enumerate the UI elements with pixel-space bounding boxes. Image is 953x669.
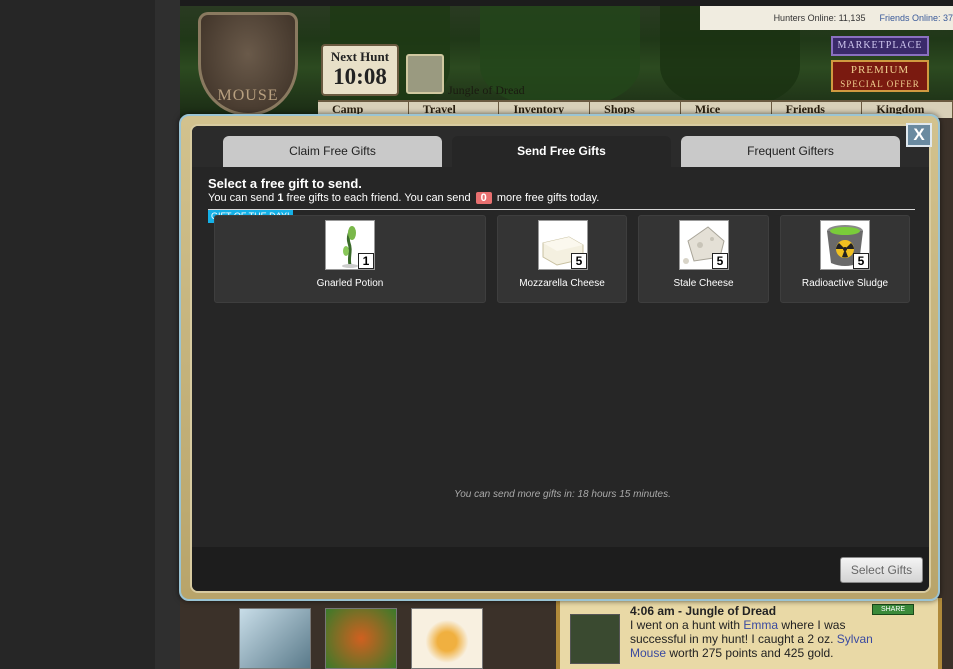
- hunter-link[interactable]: Emma: [743, 618, 778, 632]
- radioactive-sludge-icon: 5: [820, 220, 870, 270]
- journal-entry: 4:06 am - Jungle of Dread SHARE I went o…: [556, 598, 942, 669]
- trap-weapon-thumb[interactable]: [325, 608, 397, 669]
- gift-card-mozzarella-cheese[interactable]: 5 Mozzarella Cheese: [497, 215, 627, 303]
- journal-entry-text: I went on a hunt with Emma where I was s…: [630, 618, 896, 660]
- logo-text: MOUSE: [217, 87, 279, 104]
- dialog-panel: Claim Free Gifts Send Free Gifts Frequen…: [190, 124, 931, 593]
- premium-special-offer-button[interactable]: PREMIUM SPECIAL OFFER: [831, 60, 929, 92]
- tab-frequent-gifters[interactable]: Frequent Gifters: [681, 136, 900, 167]
- journal-text-part: I went on a hunt with: [630, 618, 744, 632]
- camp-area: 4:06 am - Jungle of Dread SHARE I went o…: [180, 598, 953, 669]
- next-hunt-label: Next Hunt: [330, 49, 390, 64]
- page-left-strip: [155, 0, 180, 669]
- gift-quantity: 5: [571, 253, 587, 269]
- trap-charm-thumb[interactable]: [411, 608, 483, 669]
- info-text: You can send: [208, 192, 278, 204]
- gift-quantity: 5: [712, 253, 728, 269]
- info-text: more free gifts today.: [493, 192, 600, 204]
- page-left-margin: [0, 0, 155, 669]
- gift-name: Gnarled Potion: [316, 278, 384, 289]
- close-icon[interactable]: X: [906, 123, 932, 147]
- next-hunt-timer: Next Hunt 10:08: [321, 44, 399, 96]
- next-hunt-time: 10:08: [333, 64, 387, 89]
- friends-online-link[interactable]: Friends Online: 37: [879, 13, 953, 23]
- gift-quantity: 5: [853, 253, 869, 269]
- online-status-bar: Hunters Online: 11,135 Friends Online: 3…: [700, 6, 953, 30]
- mozzarella-cheese-icon: 5: [538, 220, 588, 270]
- journal-text-part: worth 275 points and 425 gold.: [666, 646, 834, 660]
- trap-base-thumb[interactable]: [239, 608, 311, 669]
- tab-send-free-gifts[interactable]: Send Free Gifts: [452, 136, 671, 167]
- dialog-button-bar: Select Gifts: [192, 547, 929, 591]
- stale-cheese-icon: 5: [679, 220, 729, 270]
- divider: [208, 209, 915, 210]
- share-button[interactable]: SHARE: [872, 604, 914, 615]
- sylvan-mouse-icon[interactable]: [570, 614, 620, 664]
- select-gift-heading: Select a free gift to send.: [208, 176, 362, 191]
- send-gifts-content: Select a free gift to send. You can send…: [192, 167, 929, 547]
- gift-card-stale-cheese[interactable]: 5 Stale Cheese: [638, 215, 769, 303]
- gift-quantity: 1: [358, 253, 374, 269]
- cooldown-note: You can send more gifts in: 18 hours 15 …: [454, 489, 671, 500]
- location-icon: [406, 54, 444, 94]
- gnarled-potion-icon: 1: [325, 220, 375, 270]
- dialog-tabs: Claim Free Gifts Send Free Gifts Frequen…: [192, 126, 929, 167]
- gift-card-gnarled-potion[interactable]: 1 Gnarled Potion: [214, 215, 486, 303]
- gift-name: Radioactive Sludge: [801, 278, 889, 289]
- hunters-online-count: Hunters Online: 11,135: [773, 13, 866, 23]
- info-text: free gifts to each friend. You can send: [283, 192, 474, 204]
- gift-name: Stale Cheese: [673, 278, 734, 289]
- premium-label: PREMIUM: [850, 64, 910, 76]
- tab-claim-free-gifts[interactable]: Claim Free Gifts: [223, 136, 442, 167]
- send-limit-info: You can send 1 free gifts to each friend…: [208, 192, 599, 204]
- remaining-gifts-badge: 0: [475, 192, 492, 204]
- select-gifts-button[interactable]: Select Gifts: [840, 557, 923, 583]
- special-offer-label: SPECIAL OFFER: [840, 79, 920, 89]
- free-gifts-dialog: Claim Free Gifts Send Free Gifts Frequen…: [179, 114, 940, 601]
- mousehunt-logo[interactable]: MOUSE: [198, 12, 298, 116]
- gift-name: Mozzarella Cheese: [519, 278, 605, 289]
- marketplace-button[interactable]: MARKETPLACE: [831, 36, 929, 56]
- location-name: Jungle of Dread: [448, 83, 525, 97]
- gift-card-radioactive-sludge[interactable]: 5 Radioactive Sludge: [780, 215, 910, 303]
- journal-entry-title: 4:06 am - Jungle of Dread: [630, 604, 777, 618]
